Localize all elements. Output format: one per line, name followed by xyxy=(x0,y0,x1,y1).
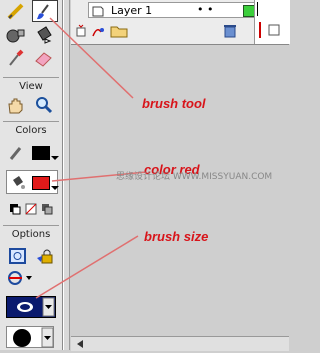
watermark: 思缘设计论坛 WWW.MISSYUAN.COM xyxy=(116,172,273,182)
brush-size-annotation: brush size xyxy=(144,229,209,244)
brush-tool-annotation: brush tool xyxy=(142,96,206,111)
